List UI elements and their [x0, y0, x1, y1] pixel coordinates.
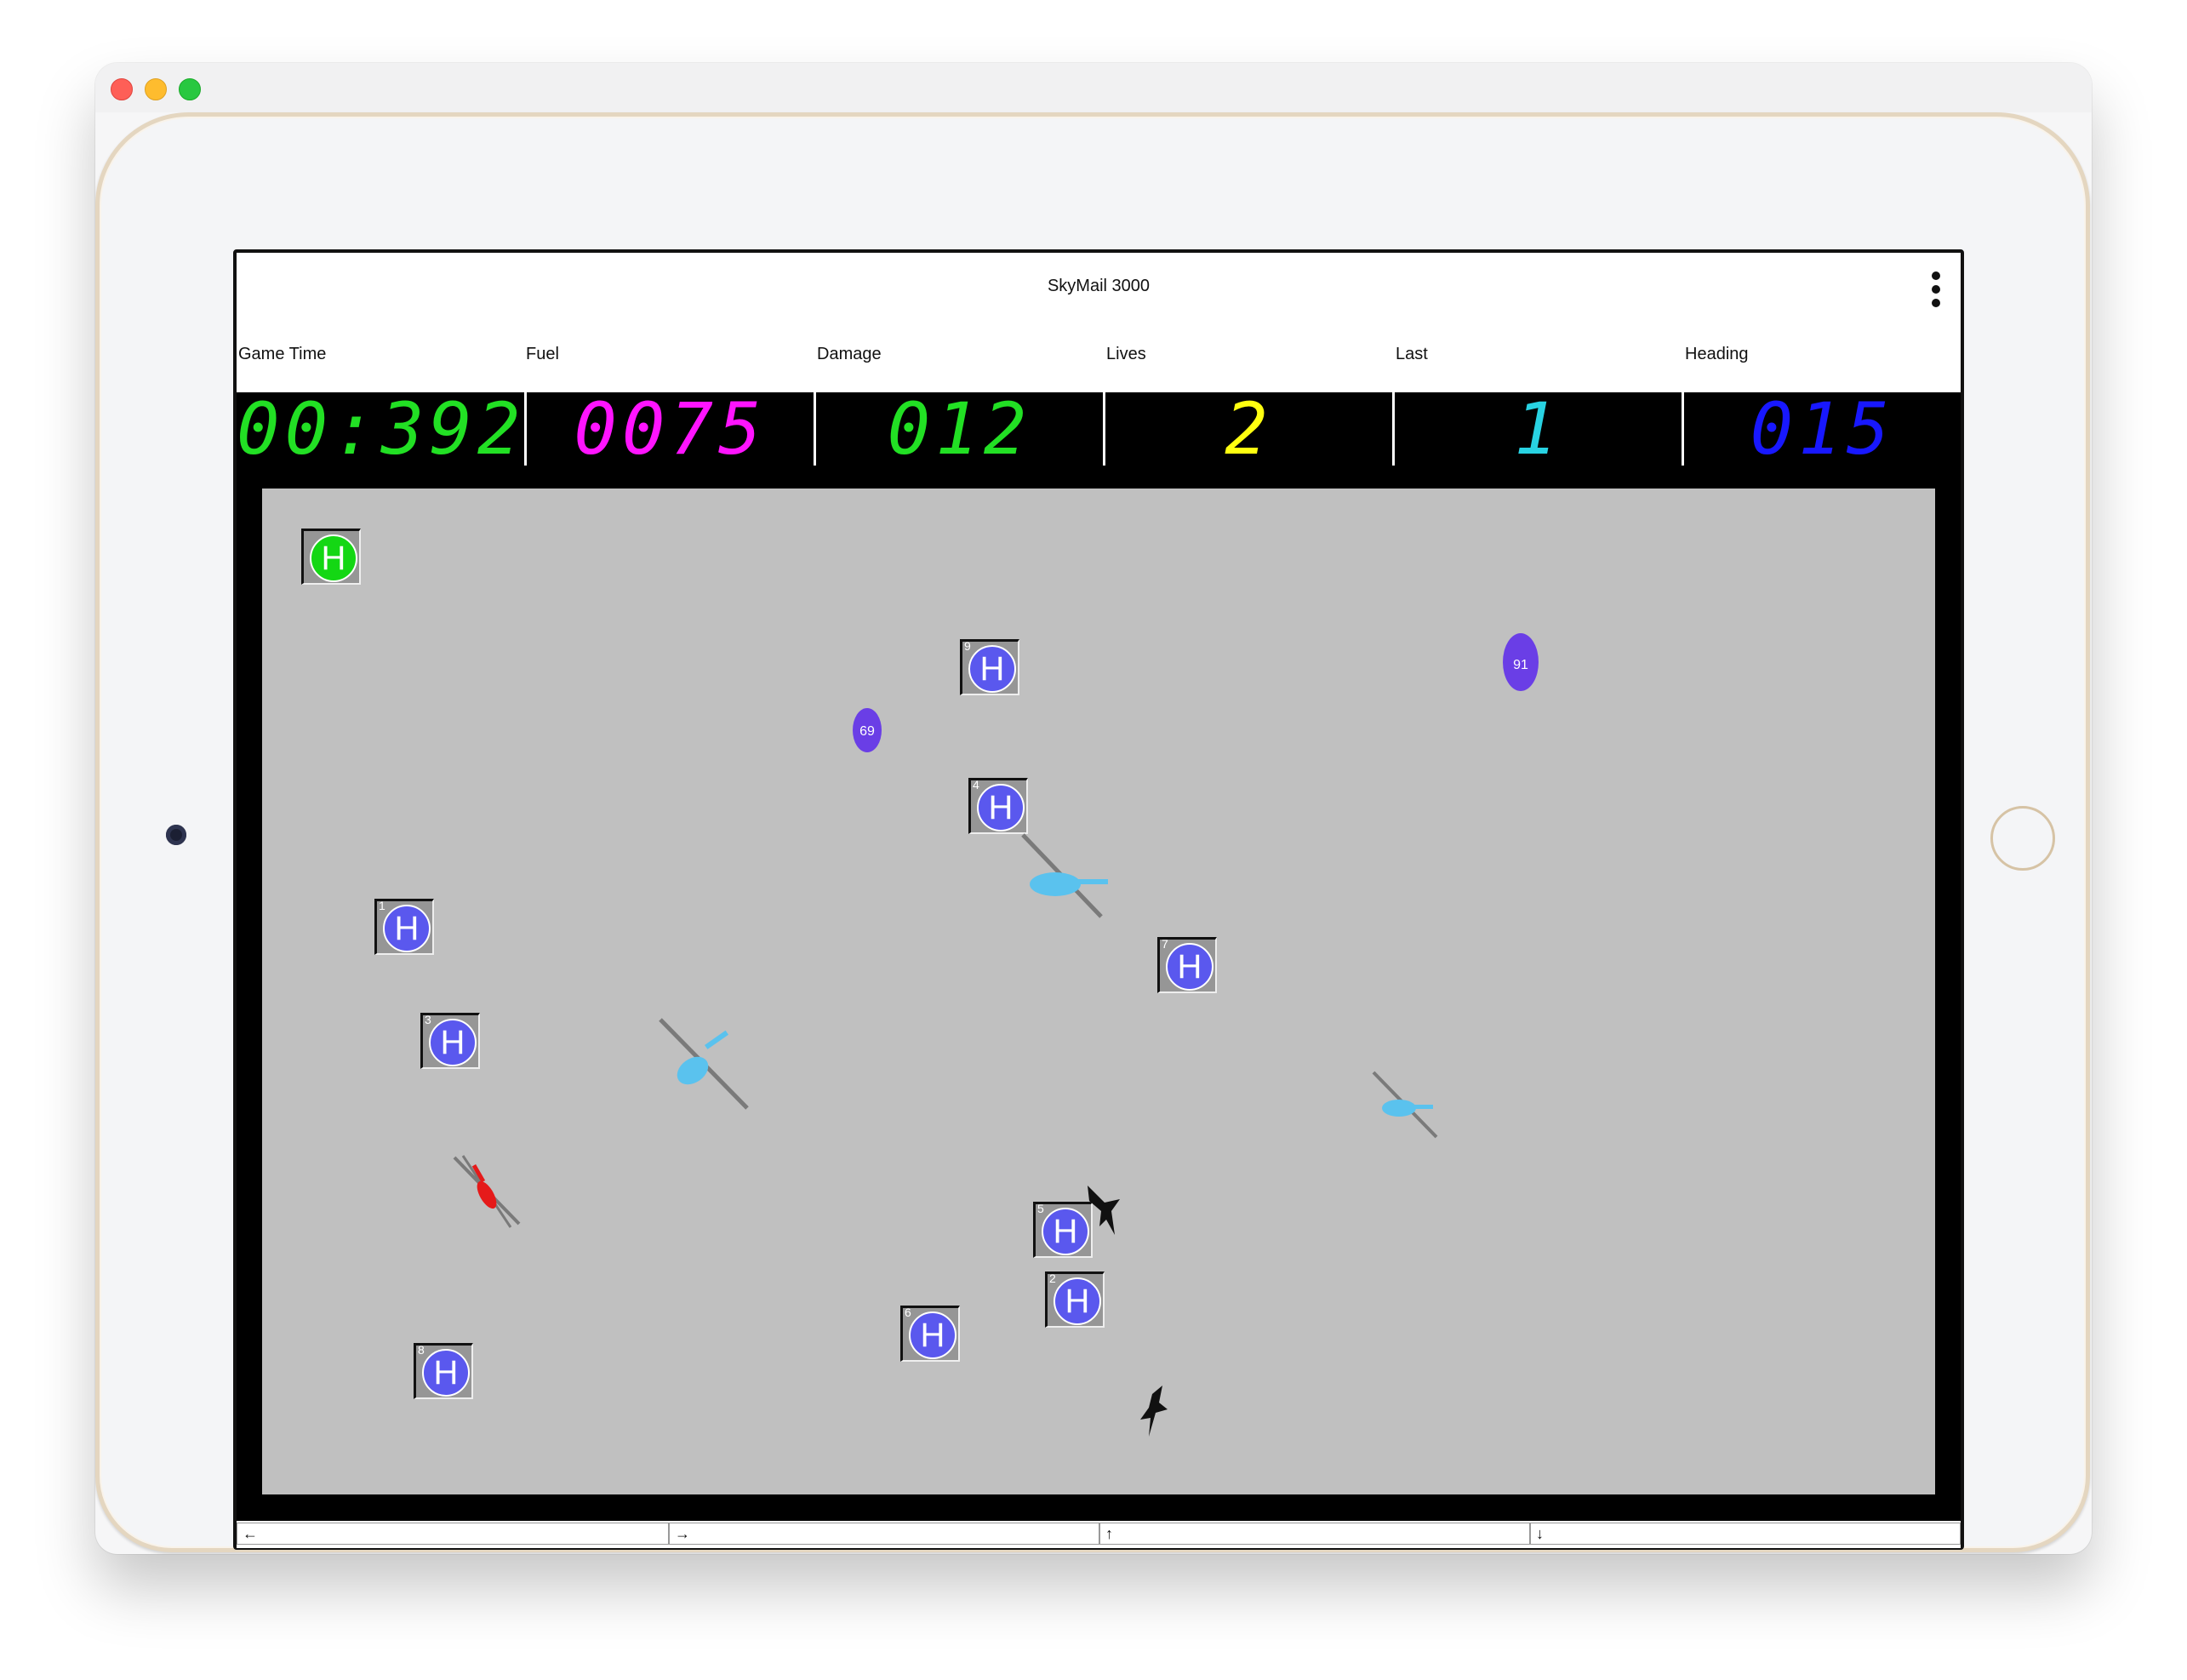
helipad-number: 5 — [1037, 1202, 1044, 1215]
helipad-number: 8 — [418, 1343, 425, 1357]
helipad-9: 9 H — [960, 639, 1019, 695]
menu-dot-icon — [1932, 299, 1940, 307]
minimize-window-button[interactable] — [145, 78, 167, 100]
player-helicopter-icon — [453, 1155, 521, 1228]
control-bar: ← → ↑ ↓ — [237, 1521, 1961, 1548]
home-button[interactable] — [1990, 806, 2055, 871]
helipad-2: 2 H — [1045, 1271, 1105, 1328]
more-menu-button[interactable] — [1927, 268, 1944, 311]
helipad-6: 6 H — [900, 1306, 960, 1362]
helipad-3: 3 H — [420, 1013, 480, 1069]
game-screen: SkyMail 3000 Game Time Fuel Damage Lives… — [233, 249, 1964, 1550]
game-time-display: 00:392 — [237, 387, 526, 471]
stat-label-game-time: Game Time — [238, 345, 327, 363]
game-field-frame: H 9 H 4 H 1 H 7 H 3 H 5 H 2 H 6 H 8 H 69… — [237, 466, 1961, 1521]
bird-icon — [1088, 1186, 1120, 1235]
helipad-number: 4 — [973, 778, 979, 791]
fuel-display: 0075 — [524, 392, 814, 466]
helipad-8: 8 H — [414, 1343, 473, 1399]
helipad-number: 2 — [1049, 1271, 1056, 1285]
camera-icon — [166, 825, 186, 845]
right-arrow-button[interactable]: → — [669, 1523, 1099, 1545]
helipad-icon: H — [422, 1349, 470, 1397]
stat-label-lives: Lives — [1106, 345, 1146, 363]
stat-label-fuel: Fuel — [526, 345, 559, 363]
down-arrow-button[interactable]: ↓ — [1530, 1523, 1961, 1545]
maximize-window-button[interactable] — [179, 78, 201, 100]
helipad-icon: H — [1054, 1277, 1101, 1325]
heading-display: 015 — [1682, 392, 1961, 466]
game-field[interactable]: H 9 H 4 H 1 H 7 H 3 H 5 H 2 H 6 H 8 H 69… — [262, 489, 1935, 1494]
helipad-icon: H — [1166, 943, 1213, 991]
last-display: 1 — [1392, 392, 1682, 466]
helipad-icon: H — [909, 1311, 956, 1359]
stat-label-heading: Heading — [1685, 345, 1749, 363]
helipad-1: 1 H — [374, 899, 434, 955]
app-window: SkyMail 3000 Game Time Fuel Damage Lives… — [95, 63, 2092, 1554]
stat-label-last: Last — [1396, 345, 1428, 363]
enemy-helicopter-icon — [1021, 833, 1108, 918]
close-window-button[interactable] — [111, 78, 133, 100]
helipad-icon: H — [429, 1019, 477, 1066]
menu-dot-icon — [1932, 271, 1940, 280]
stat-displays: 00:392 0075 012 2 1 015 — [237, 392, 1961, 466]
balloon-icon: 69 — [853, 708, 882, 752]
helipad-number: 3 — [425, 1013, 431, 1026]
helipad-number: 1 — [379, 899, 385, 912]
bird-icon — [1140, 1386, 1168, 1437]
balloon-icon: 91 — [1503, 633, 1539, 691]
helipad-number: 7 — [1162, 937, 1168, 951]
tablet-frame: SkyMail 3000 Game Time Fuel Damage Lives… — [95, 112, 2090, 1552]
helipad-icon: H — [968, 645, 1016, 693]
damage-display: 012 — [814, 392, 1103, 466]
stat-label-damage: Damage — [817, 345, 882, 363]
helipad-number: 9 — [964, 639, 971, 653]
window-titlebar — [95, 63, 2092, 112]
helipad-number: 6 — [905, 1306, 911, 1319]
home-helipad: H — [301, 529, 361, 585]
helipad-icon: H — [383, 905, 431, 952]
menu-dot-icon — [1932, 285, 1940, 294]
left-arrow-button[interactable]: ← — [237, 1523, 669, 1545]
enemy-helicopter-icon — [659, 1018, 749, 1110]
enemy-helicopter-icon — [1372, 1071, 1438, 1139]
lives-display: 2 — [1103, 392, 1392, 466]
app-title: SkyMail 3000 — [1047, 277, 1151, 295]
helipad-icon: H — [310, 534, 357, 582]
up-arrow-button[interactable]: ↑ — [1099, 1523, 1530, 1545]
helipad-7: 7 H — [1157, 937, 1217, 993]
